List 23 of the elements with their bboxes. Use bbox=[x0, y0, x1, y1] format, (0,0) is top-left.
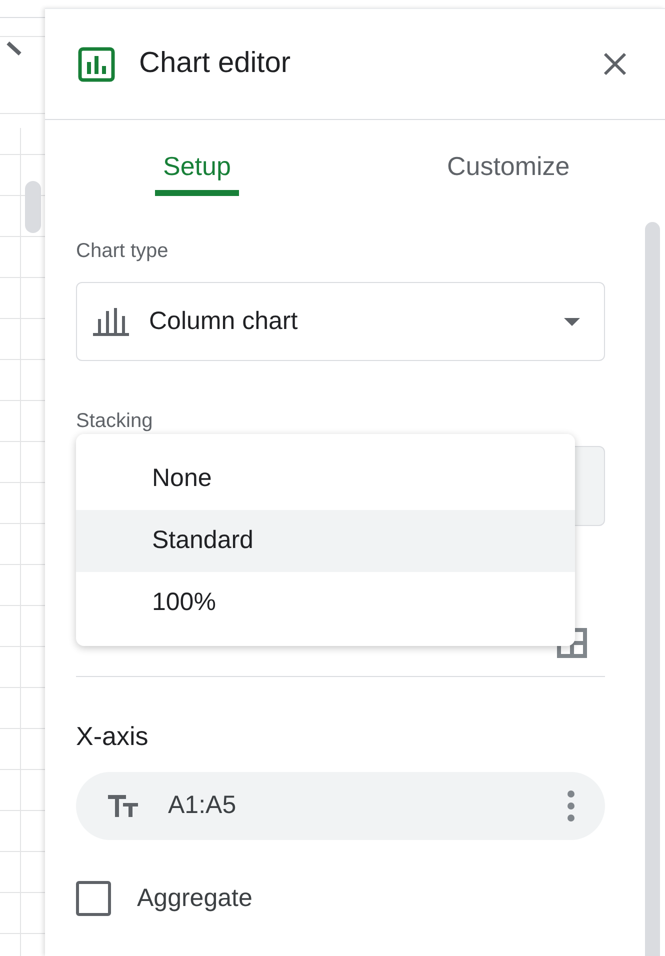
panel-title: Chart editor bbox=[139, 46, 292, 82]
range-chip[interactable]: A1:A5 bbox=[76, 772, 605, 840]
scrollbar-thumb[interactable] bbox=[25, 181, 41, 233]
menu-item[interactable]: Standard bbox=[76, 510, 575, 572]
menu-item[interactable]: 100% bbox=[76, 572, 575, 634]
tab[interactable]: Setup bbox=[155, 139, 239, 196]
column-chart-icon bbox=[93, 308, 129, 336]
pencil-icon[interactable] bbox=[6, 40, 22, 56]
menu-item[interactable]: None bbox=[76, 448, 575, 510]
checkbox[interactable] bbox=[76, 881, 111, 916]
section-heading: X-axis bbox=[76, 720, 150, 753]
caret-icon bbox=[564, 318, 580, 326]
text-type-icon bbox=[108, 795, 138, 817]
scrollbar[interactable] bbox=[645, 222, 660, 956]
range-text: A1:A5 bbox=[168, 790, 238, 822]
field-label: Chart type bbox=[76, 239, 170, 264]
chart-type-dropdown[interactable]: Column chart bbox=[76, 282, 605, 361]
tab[interactable]: Customize bbox=[438, 139, 578, 196]
dropdown-value: Column chart bbox=[149, 306, 299, 337]
field-label: Stacking bbox=[76, 409, 154, 434]
chart-icon bbox=[78, 46, 115, 82]
more-icon[interactable] bbox=[567, 790, 575, 822]
checkbox-label: Aggregate bbox=[137, 883, 252, 914]
